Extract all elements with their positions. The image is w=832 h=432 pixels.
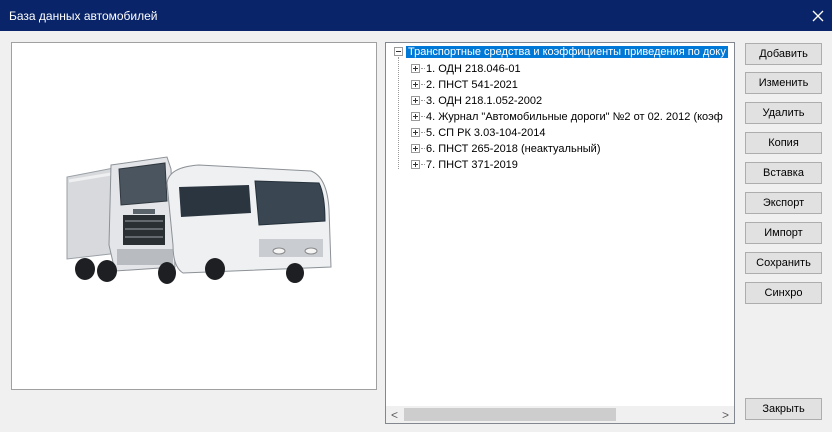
tree-root-node[interactable]: Транспортные средства и коэффициенты при… <box>394 46 728 61</box>
horizontal-scrollbar[interactable]: < > <box>386 406 734 423</box>
save-button[interactable]: Сохранить <box>745 252 822 274</box>
tree-item-label[interactable]: 3. ОДН 218.1.052-2002 <box>426 95 542 107</box>
collapse-icon[interactable] <box>394 47 403 56</box>
tree-item-label[interactable]: 6. ПНСТ 265-2018 (неактуальный) <box>426 143 600 155</box>
export-button[interactable]: Экспорт <box>745 192 822 214</box>
sync-button[interactable]: Синхро <box>745 282 822 304</box>
title-bar: База данных автомобилей <box>0 0 832 31</box>
standards-tree[interactable]: Транспортные средства и коэффициенты при… <box>385 42 735 424</box>
expand-icon[interactable] <box>411 144 420 153</box>
tree-item[interactable]: 6. ПНСТ 265-2018 (неактуальный) <box>411 143 600 158</box>
tree-item-label[interactable]: 4. Журнал "Автомобильные дороги" №2 от 0… <box>426 111 723 123</box>
copy-button[interactable]: Копия <box>745 132 822 154</box>
close-button[interactable]: Закрыть <box>745 398 822 420</box>
tree-item-label[interactable]: 7. ПНСТ 371-2019 <box>426 159 518 171</box>
tree-item[interactable]: 7. ПНСТ 371-2019 <box>411 159 518 174</box>
expand-icon[interactable] <box>411 64 420 73</box>
expand-icon[interactable] <box>411 112 420 121</box>
truck-bus-image <box>49 149 342 290</box>
scroll-left-arrow-icon[interactable]: < <box>386 406 403 423</box>
scroll-right-arrow-icon[interactable]: > <box>717 406 734 423</box>
tree-root-label[interactable]: Транспортные средства и коэффициенты при… <box>406 46 728 58</box>
tree-item[interactable]: 1. ОДН 218.046-01 <box>411 63 521 78</box>
edit-button[interactable]: Изменить <box>745 72 822 94</box>
tree-item[interactable]: 4. Журнал "Автомобильные дороги" №2 от 0… <box>411 111 723 126</box>
expand-icon[interactable] <box>411 80 420 89</box>
tree-item-label[interactable]: 2. ПНСТ 541-2021 <box>426 79 518 91</box>
tree-item-label[interactable]: 5. СП РК 3.03-104-2014 <box>426 127 546 139</box>
scrollbar-thumb[interactable] <box>404 408 616 421</box>
window-title: База данных автомобилей <box>9 9 158 23</box>
delete-button[interactable]: Удалить <box>745 102 822 124</box>
tree-item-label[interactable]: 1. ОДН 218.046-01 <box>426 63 521 75</box>
tree-item[interactable]: 3. ОДН 218.1.052-2002 <box>411 95 542 110</box>
tree-item[interactable]: 5. СП РК 3.03-104-2014 <box>411 127 546 142</box>
tree-connector <box>398 57 399 169</box>
add-button[interactable]: Добавить <box>745 43 822 65</box>
close-icon[interactable] <box>804 0 832 31</box>
vehicle-image-panel <box>11 42 377 390</box>
tree-item[interactable]: 2. ПНСТ 541-2021 <box>411 79 518 94</box>
paste-button[interactable]: Вставка <box>745 162 822 184</box>
expand-icon[interactable] <box>411 128 420 137</box>
expand-icon[interactable] <box>411 96 420 105</box>
import-button[interactable]: Импорт <box>745 222 822 244</box>
expand-icon[interactable] <box>411 160 420 169</box>
